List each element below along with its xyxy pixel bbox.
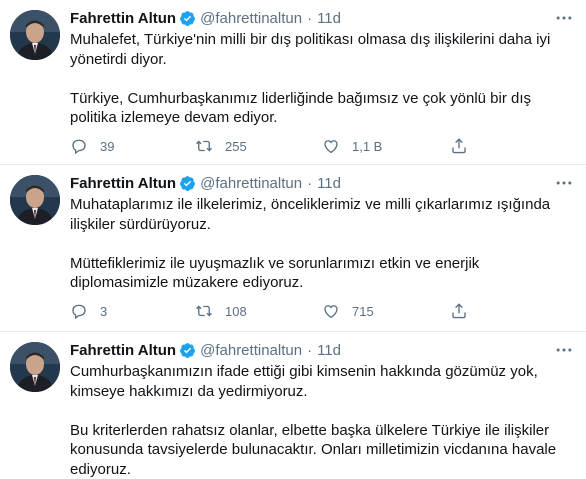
share-button[interactable] xyxy=(450,137,468,155)
tweet-paragraph: Müttefiklerimiz ile uyuşmazlık ve sorunl… xyxy=(70,254,480,292)
like-button[interactable]: 715 xyxy=(322,302,450,320)
tweet-content: Fahrettin Altun @fahrettinaltun · 11d Cu… xyxy=(70,340,574,479)
tweet-header: Fahrettin Altun @fahrettinaltun · 11d xyxy=(70,8,574,28)
reply-icon xyxy=(72,304,86,320)
reply-count: 39 xyxy=(100,138,115,154)
avatar[interactable] xyxy=(10,10,60,60)
tweet-paragraph: Türkiye, Cumhurbaşkanımız liderliğinde b… xyxy=(70,89,532,127)
handle[interactable]: @fahrettinaltun xyxy=(200,175,302,192)
reply-count: 3 xyxy=(100,303,108,319)
retweet-icon xyxy=(196,140,212,152)
like-count: 715 xyxy=(352,303,374,319)
timestamp[interactable]: 11d xyxy=(317,175,341,192)
separator: · xyxy=(307,174,313,192)
display-name[interactable]: Fahrettin Altun xyxy=(70,175,176,192)
heart-icon xyxy=(324,140,338,154)
timestamp[interactable]: 11d xyxy=(317,10,341,27)
retweet-icon xyxy=(196,305,212,317)
display-name[interactable]: Fahrettin Altun xyxy=(70,342,176,359)
tweet-text: Muhalefet, Türkiye'nin milli bir dış pol… xyxy=(70,30,574,128)
tweet[interactable]: Fahrettin Altun @fahrettinaltun · 11d Mu… xyxy=(0,0,586,165)
display-name[interactable]: Fahrettin Altun xyxy=(70,10,176,27)
share-button[interactable] xyxy=(450,302,468,320)
tweet-paragraph: Muhalefet, Türkiye'nin milli bir dış pol… xyxy=(70,31,551,68)
share-icon xyxy=(452,303,466,319)
reply-button[interactable]: 39 xyxy=(70,137,195,155)
timestamp[interactable]: 11d xyxy=(317,342,341,359)
verified-badge-icon xyxy=(180,342,196,358)
avatar[interactable] xyxy=(10,342,60,392)
more-options-icon[interactable] xyxy=(554,8,574,28)
more-options-icon[interactable] xyxy=(554,340,574,360)
tweet-text: Muhataplarımız ile ilkelerimiz, öncelikl… xyxy=(70,195,574,293)
retweet-count: 108 xyxy=(225,303,247,319)
tweet-paragraph: Cumhurbaşkanımızın ifade ettiği gibi kim… xyxy=(70,363,538,400)
reply-icon xyxy=(72,139,86,155)
more-options-icon[interactable] xyxy=(554,173,574,193)
tweet-content: Fahrettin Altun @fahrettinaltun · 11d Mu… xyxy=(70,173,574,293)
like-count: 1,1 B xyxy=(352,138,383,154)
avatar[interactable] xyxy=(10,175,60,225)
share-icon xyxy=(452,138,466,154)
separator: · xyxy=(307,341,313,359)
retweet-count: 255 xyxy=(225,138,247,154)
heart-icon xyxy=(324,305,338,319)
tweet-actions: 3 108 715 xyxy=(70,301,500,321)
separator: · xyxy=(307,9,313,27)
tweet-paragraph: Bu kriterlerden rahatsız olanlar, elbett… xyxy=(70,421,557,478)
handle[interactable]: @fahrettinaltun xyxy=(200,10,302,27)
like-button[interactable]: 1,1 B xyxy=(322,137,450,155)
timeline: Fahrettin Altun @fahrettinaltun · 11d Mu… xyxy=(0,0,586,479)
handle[interactable]: @fahrettinaltun xyxy=(200,342,302,359)
tweet-header: Fahrettin Altun @fahrettinaltun · 11d xyxy=(70,340,574,360)
tweet-header: Fahrettin Altun @fahrettinaltun · 11d xyxy=(70,173,574,193)
tweet-text: Cumhurbaşkanımızın ifade ettiği gibi kim… xyxy=(70,362,574,479)
retweet-button[interactable]: 255 xyxy=(195,137,322,155)
tweet[interactable]: Fahrettin Altun @fahrettinaltun · 11d Cu… xyxy=(0,332,586,479)
verified-badge-icon xyxy=(180,10,196,26)
reply-button[interactable]: 3 xyxy=(70,302,195,320)
tweet-actions: 39 255 1,1 B xyxy=(70,136,500,156)
verified-badge-icon xyxy=(180,175,196,191)
tweet[interactable]: Fahrettin Altun @fahrettinaltun · 11d Mu… xyxy=(0,165,586,332)
tweet-content: Fahrettin Altun @fahrettinaltun · 11d Mu… xyxy=(70,8,574,128)
retweet-button[interactable]: 108 xyxy=(195,302,322,320)
tweet-paragraph: Muhataplarımız ile ilkelerimiz, öncelikl… xyxy=(70,196,551,233)
